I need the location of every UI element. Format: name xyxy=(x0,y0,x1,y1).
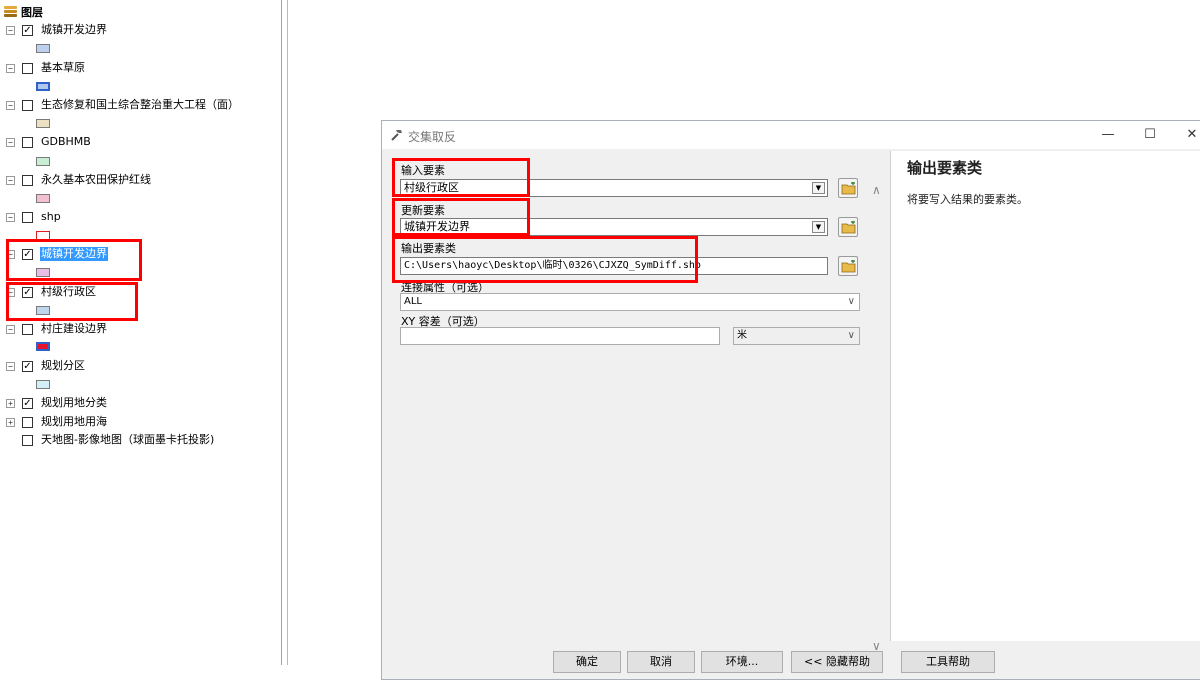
layer-label[interactable]: 规划用地分类 xyxy=(40,396,108,410)
expand-icon[interactable]: + xyxy=(6,398,15,408)
layer-label[interactable]: 永久基本农田保护红线 xyxy=(40,173,152,187)
layer-checkbox[interactable]: ✓ xyxy=(22,360,33,372)
environments-button[interactable]: 环境... xyxy=(701,651,783,673)
layer-label[interactable]: 生态修复和国土综合整治重大工程（面） xyxy=(40,98,240,112)
highlight-box xyxy=(392,198,530,236)
chevron-down-icon: ∨ xyxy=(847,330,855,341)
layer-checkbox[interactable] xyxy=(22,416,33,428)
layer-label[interactable]: 天地图-影像地图（球面墨卡托投影) xyxy=(40,433,215,447)
expand-icon[interactable]: + xyxy=(6,417,15,427)
toc-root[interactable]: 图层 xyxy=(4,4,43,20)
join-attributes-select[interactable]: ALL ∨ xyxy=(400,293,860,311)
layers-icon xyxy=(4,6,17,18)
layer-swatch xyxy=(36,194,50,203)
collapse-icon[interactable]: − xyxy=(6,100,15,110)
dialog-title: 交集取反 xyxy=(408,130,457,144)
ok-button[interactable]: 确定 xyxy=(553,651,621,673)
parameters-scrollbar[interactable]: ∧ ∨ xyxy=(869,183,886,661)
folder-icon xyxy=(841,260,856,273)
layer-swatch xyxy=(36,82,50,91)
join-attributes-value: ALL xyxy=(404,296,422,307)
help-text: 将要写入结果的要素类。 xyxy=(907,193,1028,206)
layer-label[interactable]: 城镇开发边界 xyxy=(40,23,108,37)
layer-checkbox[interactable] xyxy=(22,99,33,111)
layer-checkbox[interactable] xyxy=(22,323,33,335)
table-of-contents: 图层 − ✓ 城镇开发边界 − 基本草原 − 生态修复和国土综合整治重大工程（面… xyxy=(0,0,282,665)
tool-help-button[interactable]: 工具帮助 xyxy=(901,651,995,673)
dialog-titlebar[interactable]: 交集取反 — ☐ ✕ xyxy=(382,121,1200,149)
layer-checkbox[interactable]: ✓ xyxy=(22,397,33,409)
chevron-down-icon: ∨ xyxy=(847,296,855,307)
layer-checkbox[interactable]: ✓ xyxy=(22,24,33,36)
collapse-icon[interactable]: − xyxy=(6,63,15,73)
layer-swatch xyxy=(36,342,50,351)
xy-tolerance-unit-value: 米 xyxy=(737,330,747,341)
highlight-box xyxy=(6,239,142,281)
help-title: 输出要素类 xyxy=(907,159,983,177)
collapse-icon[interactable]: − xyxy=(6,361,15,371)
browse-folder-button[interactable] xyxy=(838,217,858,237)
parameters-pane: 输入要素 村级行政区 ▼ 更新要素 城镇开发边界 ▼ 输出要素类 C:\User… xyxy=(382,151,888,653)
layer-checkbox[interactable] xyxy=(22,434,33,446)
minimize-icon[interactable]: — xyxy=(1093,125,1123,145)
hide-help-button[interactable]: << 隐藏帮助 xyxy=(791,651,883,673)
folder-icon xyxy=(841,221,856,234)
tool-dialog: 交集取反 — ☐ ✕ 输入要素 村级行政区 ▼ 更新要素 城镇开发边界 ▼ 输出… xyxy=(381,120,1200,680)
browse-folder-button[interactable] xyxy=(838,256,858,276)
layer-checkbox[interactable] xyxy=(22,174,33,186)
layer-label[interactable]: shp xyxy=(40,210,62,224)
highlight-box xyxy=(392,158,530,197)
xy-tolerance-input[interactable] xyxy=(400,327,720,345)
layer-checkbox[interactable] xyxy=(22,136,33,148)
scroll-up-icon[interactable]: ∧ xyxy=(872,183,881,197)
layer-label[interactable]: 基本草原 xyxy=(40,61,86,75)
layer-swatch xyxy=(36,380,50,389)
close-icon[interactable]: ✕ xyxy=(1177,125,1200,145)
pane-divider[interactable] xyxy=(287,0,288,665)
dropdown-arrow-icon[interactable]: ▼ xyxy=(812,221,825,233)
collapse-icon[interactable]: − xyxy=(6,212,15,222)
layer-swatch xyxy=(36,119,50,128)
collapse-icon[interactable]: − xyxy=(6,137,15,147)
collapse-icon[interactable]: − xyxy=(6,324,15,334)
highlight-box xyxy=(392,236,698,283)
cancel-button[interactable]: 取消 xyxy=(627,651,695,673)
layer-swatch xyxy=(36,157,50,166)
hammer-icon xyxy=(391,130,402,141)
highlight-box xyxy=(6,282,138,321)
browse-folder-button[interactable] xyxy=(838,178,858,198)
xy-tolerance-unit-select[interactable]: 米 ∨ xyxy=(733,327,860,345)
layer-swatch xyxy=(36,44,50,53)
layer-label[interactable]: 村庄建设边界 xyxy=(40,322,108,336)
toc-root-label: 图层 xyxy=(21,6,43,19)
dropdown-arrow-icon[interactable]: ▼ xyxy=(812,182,825,194)
layer-checkbox[interactable] xyxy=(22,62,33,74)
maximize-icon[interactable]: ☐ xyxy=(1135,125,1165,145)
layer-label[interactable]: 规划分区 xyxy=(40,359,86,373)
folder-icon xyxy=(841,182,856,195)
collapse-icon[interactable]: − xyxy=(6,175,15,185)
layer-label[interactable]: 规划用地用海 xyxy=(40,415,108,429)
layer-checkbox[interactable] xyxy=(22,211,33,223)
help-pane: 输出要素类 将要写入结果的要素类。 xyxy=(890,151,1200,641)
layer-label[interactable]: GDBHMB xyxy=(40,135,92,149)
collapse-icon[interactable]: − xyxy=(6,25,15,35)
